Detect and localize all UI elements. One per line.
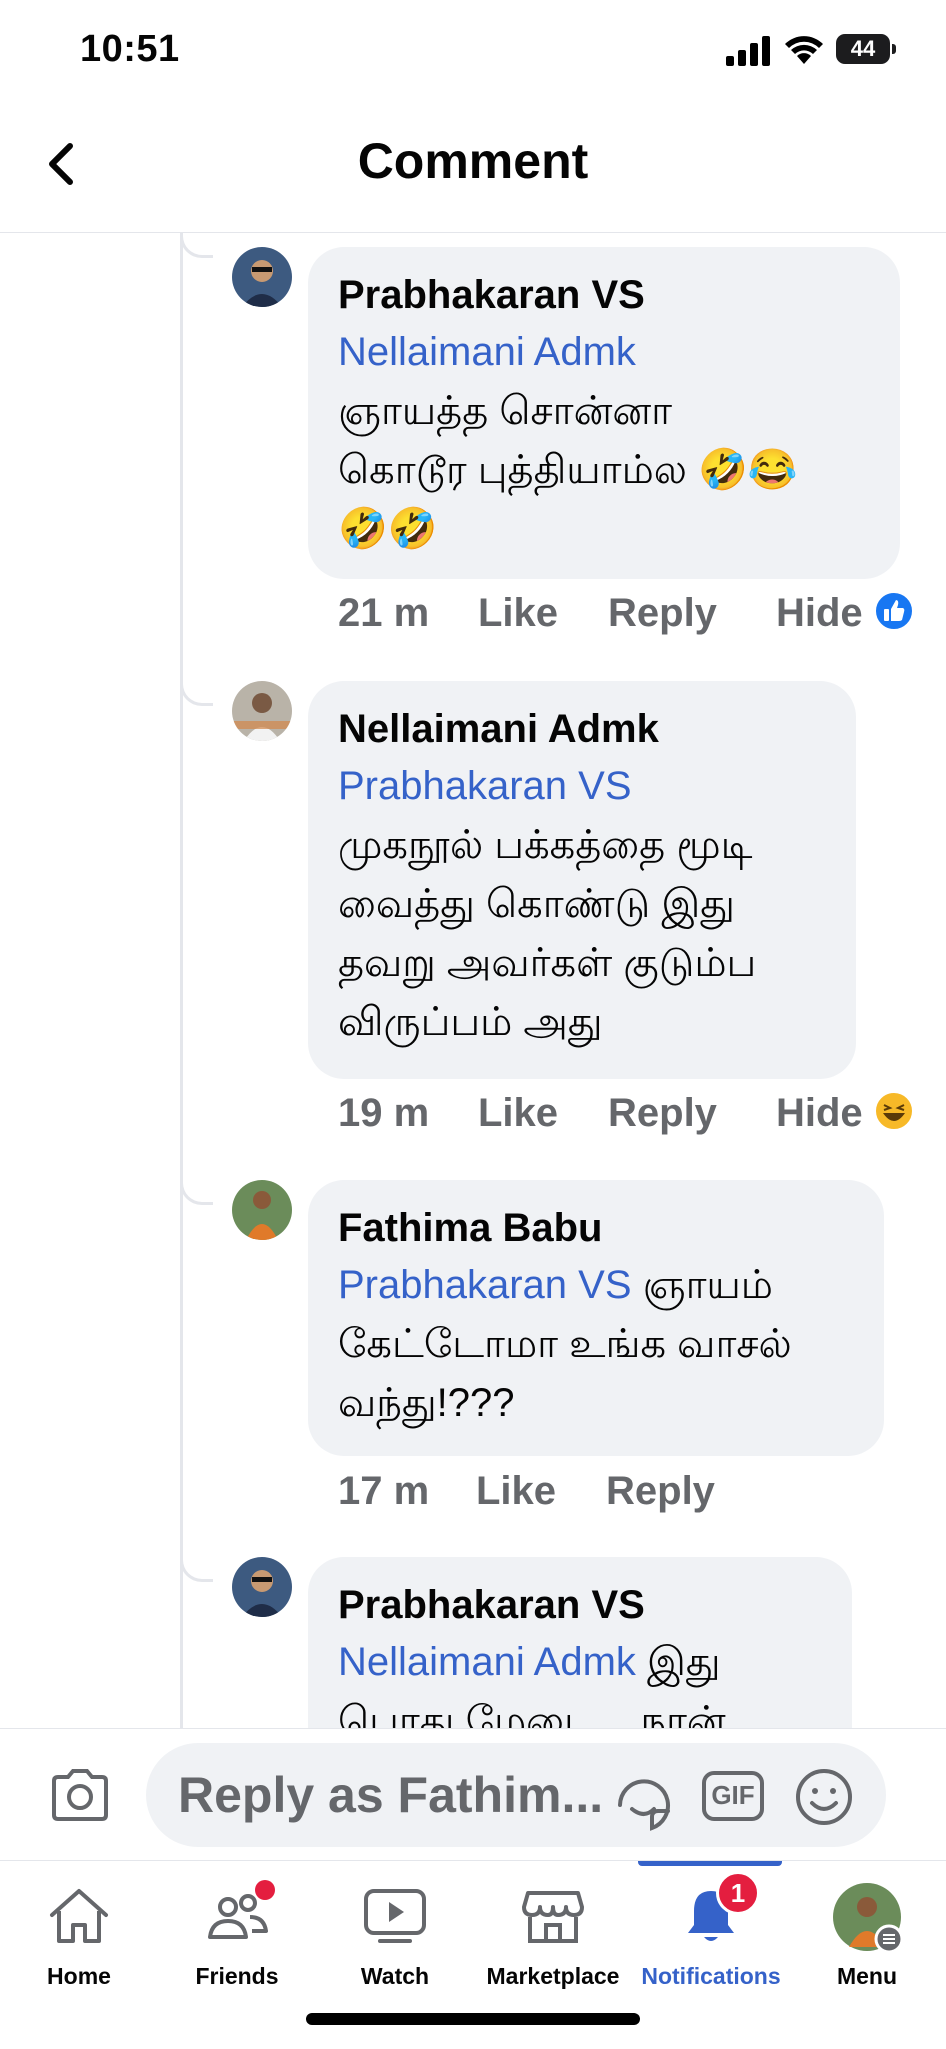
gif-label: GIF	[711, 1780, 755, 1810]
comment-text-line: 🤣🤣	[338, 507, 438, 551]
comment-text-line: தவறு அவர்கள் குடும்ப	[338, 941, 757, 985]
status-bar: 10:51 44	[0, 0, 946, 100]
comment-mention[interactable]: Nellaimani Admk	[338, 1640, 636, 1684]
comment-text-line: வைத்து கொண்டு இது	[338, 882, 735, 926]
comment-mention[interactable]: Prabhakaran VS	[338, 757, 826, 816]
hide-button[interactable]: Hide	[776, 1091, 863, 1136]
tab-label: Home	[47, 1963, 111, 1989]
home-icon	[50, 1889, 108, 1943]
comment-text-inline: ஞாயம்	[642, 1263, 773, 1307]
tab-marketplace[interactable]: Marketplace	[474, 1861, 632, 1991]
avatar[interactable]	[232, 247, 292, 307]
comment-thread: Prabhakaran VS Nellaimani Admk ஞாயத்த சொ…	[0, 233, 946, 1728]
tab-watch[interactable]: Watch	[316, 1861, 474, 1991]
comment-bubble[interactable]: Prabhakaran VS Nellaimani Admk ஞாயத்த சொ…	[308, 247, 900, 579]
tab-label: Friends	[195, 1963, 279, 1989]
hide-button[interactable]: Hide	[776, 591, 863, 636]
wifi-icon	[785, 36, 823, 64]
tab-label: Marketplace	[486, 1963, 620, 1989]
cellular-signal-icon	[726, 36, 770, 66]
thread-elbow	[180, 681, 213, 706]
tab-menu[interactable]: Menu	[788, 1861, 946, 1991]
profile-avatar	[833, 1883, 903, 1953]
tab-friends[interactable]: Friends	[158, 1861, 316, 1991]
tab-label: Menu	[836, 1963, 898, 1989]
tab-home[interactable]: Home	[0, 1861, 158, 1991]
comment-text-inline: இது	[647, 1640, 721, 1684]
reply-button[interactable]: Reply	[606, 1469, 715, 1514]
emoji-icon[interactable]	[794, 1767, 854, 1827]
watch-icon	[364, 1889, 426, 1943]
like-button[interactable]: Like	[478, 591, 558, 636]
notification-dot	[255, 1880, 275, 1900]
tab-label: Watch	[360, 1963, 430, 1989]
comment-text-line: கேட்டோமா உங்க வாசல்	[338, 1322, 792, 1366]
gif-button[interactable]: GIF	[702, 1771, 764, 1821]
reply-composer: GIF	[0, 1728, 946, 1861]
home-indicator	[306, 2013, 640, 2025]
comment-author[interactable]: Fathima Babu	[338, 1200, 854, 1256]
battery-level: 44	[836, 34, 890, 64]
comment-mention[interactable]: Nellaimani Admk	[338, 323, 870, 382]
comment-time: 21 m	[338, 591, 430, 635]
comment-author[interactable]: Prabhakaran VS	[338, 1577, 822, 1633]
comment-time: 17 m	[338, 1469, 430, 1513]
page-title: Comment	[357, 133, 589, 189]
comment-author[interactable]: Nellaimani Admk	[338, 701, 826, 757]
comment-bubble[interactable]: Prabhakaran VS Nellaimani Admk இது பொது …	[308, 1557, 852, 1728]
comment-text-line: பொது மேடை... நான்	[338, 1699, 726, 1728]
tab-notifications[interactable]: 1 Notifications	[632, 1861, 790, 1991]
like-button[interactable]: Like	[476, 1469, 556, 1514]
reply-input[interactable]	[146, 1743, 886, 1847]
avatar[interactable]	[232, 1557, 292, 1617]
thread-line	[180, 233, 183, 1728]
comment-bubble[interactable]: Fathima Babu Prabhakaran VS ஞாயம் கேட்டோ…	[308, 1180, 884, 1456]
comment-text-line: வந்து!???	[338, 1381, 515, 1425]
comment-mention[interactable]: Prabhakaran VS	[338, 1263, 632, 1307]
marketplace-icon	[522, 1891, 584, 1943]
comment-author[interactable]: Prabhakaran VS	[338, 267, 870, 323]
reply-button[interactable]: Reply	[608, 591, 717, 636]
comment-text-line: ஞாயத்த சொன்னா	[338, 389, 673, 433]
battery-icon: 44	[836, 34, 896, 64]
status-time: 10:51	[80, 28, 180, 70]
avatar[interactable]	[232, 681, 292, 741]
tab-label: Notifications	[641, 1963, 781, 1989]
comment-text-line: முகநூல் பக்கத்தை மூடி	[338, 823, 753, 867]
thread-elbow	[180, 233, 213, 258]
notification-badge: 1	[716, 1871, 760, 1915]
camera-icon[interactable]	[48, 1767, 112, 1823]
reply-button[interactable]: Reply	[608, 1091, 717, 1136]
thread-elbow	[180, 1180, 213, 1205]
avatar[interactable]	[232, 1180, 292, 1240]
comment-text-line: கொடூர புத்தியாம்ல 🤣😂	[338, 448, 798, 492]
comment-bubble[interactable]: Nellaimani Admk Prabhakaran VS முகநூல் ப…	[308, 681, 856, 1079]
like-button[interactable]: Like	[478, 1091, 558, 1136]
thread-elbow	[180, 1557, 213, 1582]
like-reaction-icon[interactable]	[874, 591, 914, 631]
haha-reaction-icon[interactable]	[874, 1091, 914, 1131]
header: Comment	[0, 100, 946, 233]
comment-time: 19 m	[338, 1091, 430, 1135]
sticker-icon[interactable]	[612, 1773, 676, 1837]
comment-text-line: விருப்பம் அது	[338, 1000, 603, 1044]
